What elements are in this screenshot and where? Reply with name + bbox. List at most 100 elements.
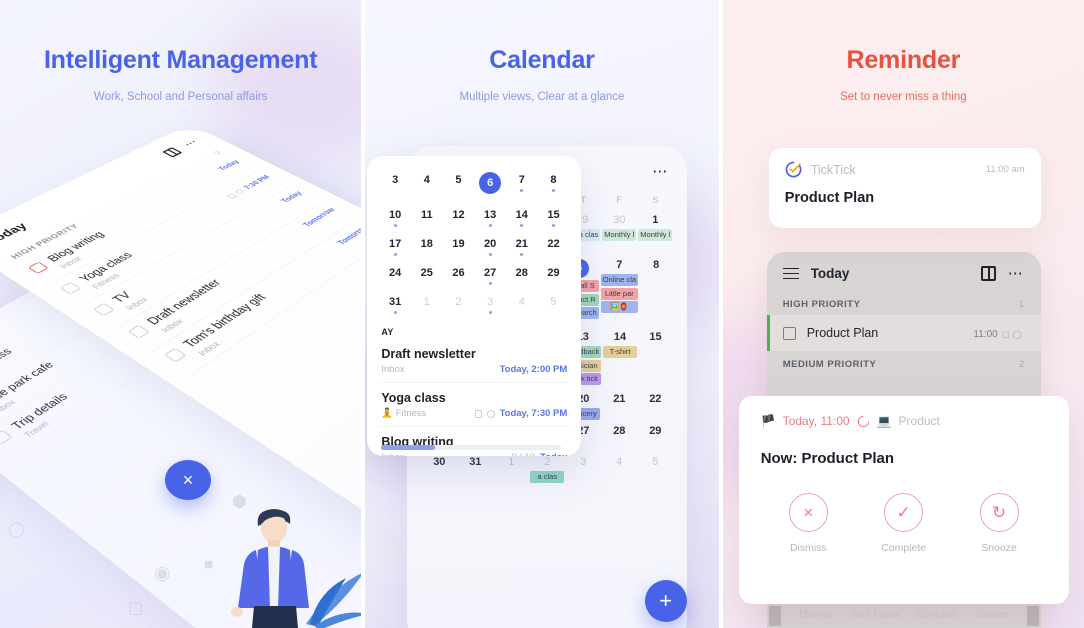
mini-day-cell[interactable]: 21 (506, 236, 538, 256)
calendar-event[interactable]: Little par (600, 287, 639, 300)
day-dot (457, 189, 460, 192)
footer-action[interactable]: Snooze (976, 609, 1008, 620)
calendar-day-cell[interactable]: 7 Online cla Little par 🖼️🏮 (600, 258, 639, 330)
checkbox-icon[interactable] (59, 281, 82, 295)
section-count: 2 (212, 150, 224, 156)
drag-handle-right[interactable] (1026, 606, 1039, 626)
checkbox-icon[interactable] (0, 429, 13, 445)
dialog-action-complete[interactable]: ✓ Complete (856, 493, 951, 554)
task-icons: ▢◯ (1002, 330, 1025, 339)
checkbox-icon[interactable] (164, 347, 187, 363)
calendar-day-cell[interactable]: 3 (565, 455, 601, 487)
mini-day-cell[interactable]: 4 (411, 172, 443, 198)
mini-day-cell[interactable]: 28 (506, 265, 538, 285)
mini-day-cell[interactable]: 29 (538, 265, 570, 285)
calendar-event[interactable]: Monthly l (638, 229, 673, 241)
mini-day-cell[interactable]: 18 (411, 236, 443, 256)
section-count: 2 (1018, 359, 1025, 370)
day-events (601, 469, 637, 477)
column-view-icon[interactable] (162, 147, 183, 158)
calendar-day-cell[interactable]: 14 T-shirt (602, 330, 638, 392)
mini-day-cell[interactable]: 10 (379, 207, 411, 227)
notification-time: 11:00 am (985, 164, 1025, 175)
column-view-icon[interactable] (980, 266, 996, 281)
mini-day-cell[interactable]: 3 (379, 172, 411, 198)
list-item[interactable]: Draft newsletter Inbox Today, 2:00 PM (379, 339, 570, 383)
mini-day-cell[interactable]: 8 (538, 172, 570, 198)
mini-day-cell[interactable]: 11 (411, 207, 443, 227)
calendar-day-cell[interactable]: 2 a clas (529, 455, 565, 487)
mini-day-cell[interactable]: 12 (443, 207, 475, 227)
mini-calendar-overlay: 3 4 5 6 7 8 10 11 12 13 14 15 17 18 19 20 21 22 24 25 26 27 28… (367, 156, 582, 456)
calendar-day-cell[interactable]: 1 Monthly l (637, 213, 673, 258)
nav-title: Today (810, 266, 850, 281)
notification-banner[interactable]: TickTick 11:00 am Product Plan (768, 148, 1041, 228)
calendar-day-cell[interactable]: 22 (637, 392, 673, 424)
calendar-event[interactable]: a clas (530, 471, 565, 483)
list-item[interactable]: Blog writingInbox0 / 10Today (379, 427, 569, 456)
calendar-event[interactable]: Online cla (600, 274, 639, 286)
checkbox-icon[interactable] (127, 324, 150, 339)
task-row[interactable]: Product Plan 11:00 ▢◯ (766, 315, 1041, 351)
dialog-action-snooze[interactable]: ↻ Snooze (951, 493, 1046, 554)
action-label: Dismiss (789, 542, 827, 554)
more-options-icon[interactable]: ⋯ (1008, 266, 1025, 281)
mini-day-cell[interactable]: 3 (474, 294, 506, 314)
calendar-event[interactable]: T-shirt (603, 346, 637, 358)
calendar-day-cell[interactable]: 8 (639, 258, 673, 330)
mini-day-cell[interactable]: 15 (538, 207, 570, 227)
drag-handle-left[interactable] (768, 606, 781, 626)
mini-day-cell[interactable]: 27 (474, 265, 506, 285)
calendar-day-cell[interactable]: 21 (601, 392, 637, 424)
add-task-fab-button[interactable]: + (644, 580, 687, 622)
close-fab-button[interactable]: × (165, 460, 211, 500)
checkbox-icon[interactable] (782, 326, 796, 340)
calendar-day-cell[interactable]: 28 (601, 424, 637, 456)
mini-day-cell[interactable]: 5 (538, 294, 570, 314)
day-dot (520, 253, 524, 256)
mini-day-cell[interactable]: 2 (443, 294, 475, 314)
mini-day-cell[interactable]: 5 (443, 172, 475, 198)
checkbox-icon[interactable] (27, 261, 49, 274)
mini-day-cell[interactable]: 13 (474, 207, 506, 227)
footer-action[interactable]: Start Focus (851, 609, 900, 620)
mini-day-cell[interactable]: 24 (379, 265, 411, 285)
calendar-day-cell[interactable]: 4 (601, 455, 637, 487)
mini-day-cell[interactable]: 14 (506, 207, 538, 227)
mini-day-cell[interactable]: 31 (379, 294, 411, 314)
mini-day-cell[interactable]: 17 (379, 236, 411, 256)
scrollbar-track[interactable] (381, 445, 562, 450)
more-options-icon[interactable]: ⋯ (180, 137, 203, 148)
mini-day-cell[interactable]: 25 (411, 265, 443, 285)
mini-day-cell[interactable]: 7 (506, 172, 538, 198)
mini-day-cell[interactable]: 26 (443, 265, 475, 285)
day-events (493, 469, 529, 477)
more-options-icon[interactable]: ⋯ (652, 164, 669, 179)
day-number: 2 (544, 456, 551, 468)
calendar-day-cell[interactable]: 5 (637, 455, 673, 487)
footer-action[interactable]: Complete (917, 609, 958, 620)
scrollbar-thumb[interactable] (381, 445, 436, 450)
eye-icon: ◉ (154, 563, 171, 584)
day-dot (393, 311, 397, 314)
mini-day-cell[interactable]: 22 (538, 236, 570, 256)
calendar-event[interactable]: Monthly l (602, 229, 637, 241)
calendar-day-cell[interactable]: 1 (493, 455, 529, 487)
footer-action[interactable]: Dismiss (799, 609, 832, 620)
mini-day-cell[interactable]: 1 (411, 294, 443, 314)
mini-day-cell[interactable]: 20 (474, 236, 506, 256)
menu-icon[interactable] (782, 267, 799, 280)
calendar-day-cell[interactable]: 15 (638, 330, 674, 392)
mini-day-cell[interactable]: 19 (443, 236, 475, 256)
book-icon: ▢ (128, 600, 144, 617)
calendar-day-cell[interactable]: 30 Monthly l (601, 213, 637, 258)
mini-day-cell[interactable]: 6 (474, 172, 506, 198)
calendar-day-cell[interactable]: 31 (457, 455, 493, 487)
dialog-action-dismiss[interactable]: × Dismiss (761, 493, 856, 554)
calendar-day-cell[interactable]: 29 (637, 424, 673, 456)
mini-day-cell[interactable]: 4 (506, 294, 538, 314)
calendar-day-cell[interactable]: 30 (421, 455, 457, 487)
list-item[interactable]: Yoga class 🧘 Fitness Today, 7:30 PM (379, 383, 570, 427)
checkbox-icon[interactable] (92, 302, 115, 317)
calendar-event[interactable]: 🖼️🏮 (600, 301, 639, 313)
